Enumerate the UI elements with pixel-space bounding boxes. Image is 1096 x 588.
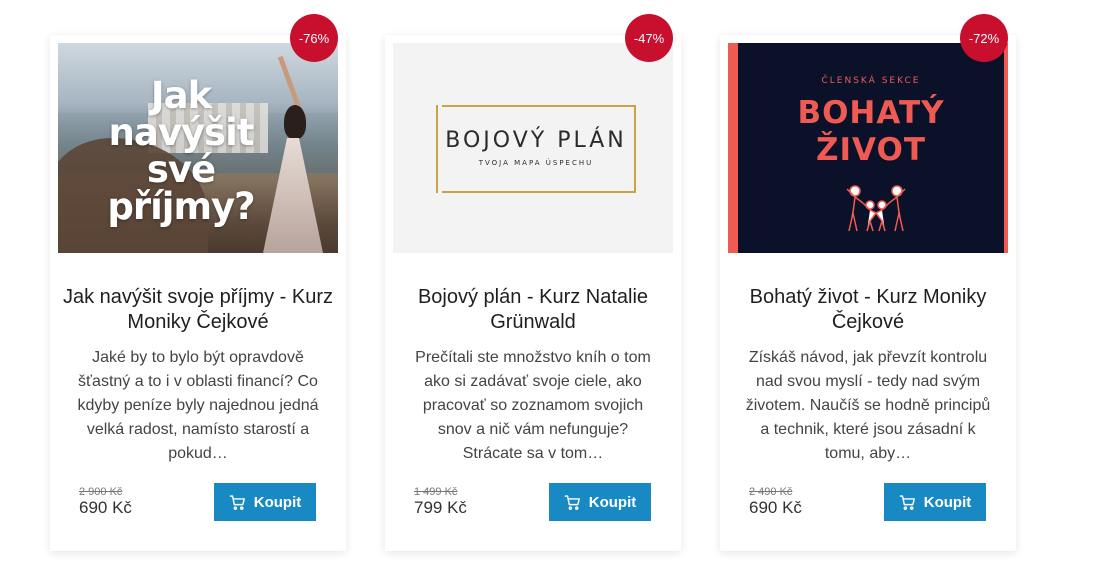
product-title[interactable]: Bojový plán - Kurz Natalie Grünwald xyxy=(397,285,669,335)
image-headline: Jak navýšit své příjmy? xyxy=(86,77,276,225)
family-icon xyxy=(846,185,906,232)
old-price: 1 499 Kč xyxy=(414,486,458,498)
product-image[interactable]: ČLENSKÁ SEKCE BOHATÝ ŽIVOT xyxy=(728,43,1008,253)
image-person-head xyxy=(284,105,306,139)
buy-button-label: Koupit xyxy=(253,493,302,511)
current-price: 690 Kč xyxy=(749,498,802,517)
discount-badge: -72% xyxy=(960,14,1008,62)
current-price: 690 Kč xyxy=(79,498,132,517)
buy-button-label: Koupit xyxy=(588,493,637,511)
discount-badge: -76% xyxy=(290,14,338,62)
image-headline-line: své xyxy=(146,148,216,191)
image-subtitle: TVOJA MAPA ÚSPECHU xyxy=(478,159,594,167)
product-description: Jaké by to bylo být opravdově šťastný a … xyxy=(77,349,319,462)
product-card[interactable]: -47% BOJOVÝ PLÁN TVOJA MAPA ÚSPECHU Bojo… xyxy=(385,14,681,551)
product-description: Prečítali ste množstvo kníh o tom ako si… xyxy=(415,349,651,462)
cart-icon xyxy=(229,494,245,510)
product-image[interactable]: BOJOVÝ PLÁN TVOJA MAPA ÚSPECHU xyxy=(393,43,673,253)
image-headline-line: navýšit xyxy=(108,111,255,154)
image-headline-line: příjmy? xyxy=(107,185,255,228)
current-price: 799 Kč xyxy=(414,498,467,517)
product-card[interactable]: -76% Jak navýšit své příjmy? Jak navýšit… xyxy=(50,14,346,551)
image-dark-panel: ČLENSKÁ SEKCE BOHATÝ ŽIVOT xyxy=(738,43,1004,253)
product-description: Získáš návod, jak převzít kontrolu nad s… xyxy=(745,349,991,462)
buy-button[interactable]: Koupit xyxy=(549,483,651,521)
buy-button[interactable]: Koupit xyxy=(214,483,316,521)
product-title[interactable]: Bohatý život - Kurz Moniky Čejkové xyxy=(732,285,1004,335)
product-image[interactable]: Jak navýšit své příjmy? xyxy=(58,43,338,253)
product-card[interactable]: -72% ČLENSKÁ SEKCE BOHATÝ ŽIVOT Bohatý ž… xyxy=(720,14,1016,551)
image-title: BOJOVÝ PLÁN xyxy=(445,128,627,153)
product-title[interactable]: Jak navýšit svoje příjmy - Kurz Moniky Č… xyxy=(62,285,334,335)
discount-badge: -47% xyxy=(625,14,673,62)
image-headline-line: Jak xyxy=(150,74,212,117)
old-price: 2 490 Kč xyxy=(749,486,793,498)
image-title: BOHATÝ ŽIVOT xyxy=(797,95,945,168)
image-gold-frame: BOJOVÝ PLÁN TVOJA MAPA ÚSPECHU xyxy=(436,104,636,194)
old-price: 2 900 Kč xyxy=(79,486,123,498)
buy-button[interactable]: Koupit xyxy=(884,483,986,521)
image-eyebrow: ČLENSKÁ SEKCE xyxy=(821,76,921,86)
cart-icon xyxy=(899,494,915,510)
cart-icon xyxy=(564,494,580,510)
buy-button-label: Koupit xyxy=(923,493,972,511)
